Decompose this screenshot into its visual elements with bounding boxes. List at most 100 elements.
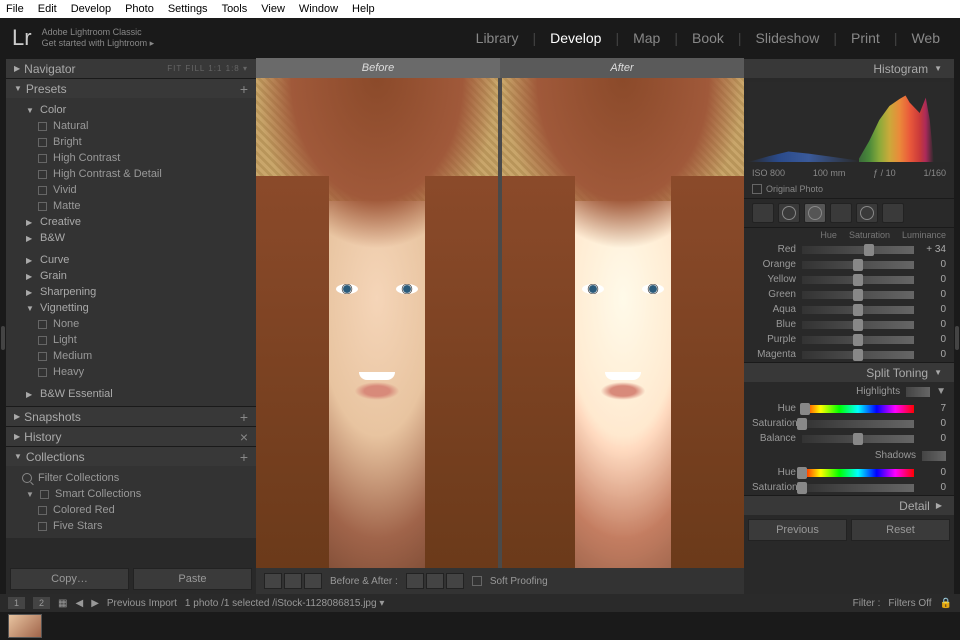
right-grip[interactable]: [954, 58, 960, 594]
filter-collections[interactable]: Filter Collections: [6, 470, 256, 486]
preset-high-contrast-detail[interactable]: High Contrast & Detail: [6, 166, 256, 182]
module-print[interactable]: Print: [843, 30, 888, 46]
filmstrip[interactable]: [0, 612, 960, 640]
slider-red[interactable]: Red+ 34: [744, 242, 954, 257]
module-slideshow[interactable]: Slideshow: [748, 30, 828, 46]
slider-blue[interactable]: Blue0: [744, 317, 954, 332]
crop-tool-icon[interactable]: [752, 203, 774, 223]
histogram-graph[interactable]: [748, 82, 950, 162]
history-header[interactable]: ▶History×: [6, 426, 256, 446]
shadows-swatch[interactable]: [922, 451, 946, 461]
preset-curve[interactable]: ▶Curve: [6, 252, 256, 268]
preset-high-contrast[interactable]: High Contrast: [6, 150, 256, 166]
slider-saturation[interactable]: Saturation0: [744, 416, 954, 431]
detail-header[interactable]: Detail▶: [744, 495, 954, 515]
menu-tools[interactable]: Tools: [222, 3, 248, 15]
slider-aqua[interactable]: Aqua0: [744, 302, 954, 317]
tagline[interactable]: Get started with Lightroom ▸: [42, 38, 155, 49]
module-library[interactable]: Library: [468, 30, 527, 46]
preset-bright[interactable]: Bright: [6, 134, 256, 150]
preset-b-w-essential[interactable]: ▶B&W Essential: [6, 386, 256, 402]
highlights-swatch[interactable]: [906, 387, 930, 397]
slider-balance[interactable]: Balance0: [744, 431, 954, 446]
after-image[interactable]: [502, 78, 744, 568]
slider-hue[interactable]: Hue7: [744, 401, 954, 416]
preset-grain[interactable]: ▶Grain: [6, 268, 256, 284]
copy-button[interactable]: Copy…: [10, 568, 129, 590]
slider-magenta[interactable]: Magenta0: [744, 347, 954, 362]
filter-lock-icon[interactable]: 🔒: [940, 598, 952, 609]
coll-five-stars[interactable]: Five Stars: [6, 518, 256, 534]
preset-natural[interactable]: Natural: [6, 118, 256, 134]
presets-header[interactable]: ▼Presets+: [6, 78, 256, 98]
module-book[interactable]: Book: [684, 30, 732, 46]
menu-settings[interactable]: Settings: [168, 3, 208, 15]
slider-orange[interactable]: Orange0: [744, 257, 954, 272]
navigator-header[interactable]: ▶Navigator FIT FILL 1:1 1:8 ▾: [6, 58, 256, 78]
menu-develop[interactable]: Develop: [71, 3, 111, 15]
slider-green[interactable]: Green0: [744, 287, 954, 302]
ba-mode2-icon[interactable]: [426, 573, 444, 589]
tab-hue[interactable]: Hue: [820, 230, 837, 240]
grid-icon[interactable]: ▦: [58, 598, 67, 609]
tab-luminance[interactable]: Luminance: [902, 230, 946, 240]
snapshots-header[interactable]: ▶Snapshots+: [6, 406, 256, 426]
menu-file[interactable]: File: [6, 3, 24, 15]
slider-saturation[interactable]: Saturation0: [744, 480, 954, 495]
preset-matte[interactable]: Matte: [6, 198, 256, 214]
module-web[interactable]: Web: [903, 30, 948, 46]
menu-edit[interactable]: Edit: [38, 3, 57, 15]
preset-creative[interactable]: ▶Creative: [6, 214, 256, 230]
redeye-tool-icon[interactable]: [804, 203, 826, 223]
previous-button[interactable]: Previous: [748, 519, 847, 541]
orig-photo-checkbox[interactable]: [752, 184, 762, 194]
soft-proof-checkbox[interactable]: [472, 576, 482, 586]
tab-saturation[interactable]: Saturation: [849, 230, 890, 240]
coll-colored-red[interactable]: Colored Red: [6, 502, 256, 518]
ba-swap-icon[interactable]: [446, 573, 464, 589]
nav-left-icon[interactable]: ◀: [75, 598, 83, 609]
nav-zoom-opts[interactable]: FIT FILL 1:1 1:8 ▾: [167, 64, 248, 73]
paste-button[interactable]: Paste: [133, 568, 252, 590]
preset-sharpening[interactable]: ▶Sharpening: [6, 284, 256, 300]
slider-hue[interactable]: Hue0: [744, 465, 954, 480]
view-ref-icon[interactable]: [284, 573, 302, 589]
view-loupe-icon[interactable]: [264, 573, 282, 589]
brush-tool-icon[interactable]: [882, 203, 904, 223]
left-grip[interactable]: [0, 58, 6, 594]
module-map[interactable]: Map: [625, 30, 668, 46]
screen-2[interactable]: 2: [33, 597, 50, 609]
spot-tool-icon[interactable]: [778, 203, 800, 223]
menu-view[interactable]: View: [261, 3, 285, 15]
add-preset-icon[interactable]: +: [240, 81, 248, 97]
preset-color[interactable]: ▼Color: [6, 102, 256, 118]
split-toning-header[interactable]: Split Toning▼: [744, 362, 954, 382]
preset-vivid[interactable]: Vivid: [6, 182, 256, 198]
grad-tool-icon[interactable]: [830, 203, 852, 223]
thumbnail-1[interactable]: [8, 614, 42, 638]
histogram-header[interactable]: Histogram▼: [744, 58, 954, 78]
before-image[interactable]: [256, 78, 498, 568]
ba-mode1-icon[interactable]: [406, 573, 424, 589]
prev-import-label[interactable]: Previous Import: [107, 598, 177, 609]
menu-photo[interactable]: Photo: [125, 3, 154, 15]
preset-b-w[interactable]: ▶B&W: [6, 230, 256, 246]
preset-vignetting[interactable]: ▼Vignetting: [6, 300, 256, 316]
module-develop[interactable]: Develop: [542, 30, 609, 46]
menu-window[interactable]: Window: [299, 3, 338, 15]
preset-none[interactable]: None: [6, 316, 256, 332]
view-ba-icon[interactable]: [304, 573, 322, 589]
slider-yellow[interactable]: Yellow0: [744, 272, 954, 287]
filters-off[interactable]: Filters Off: [888, 598, 931, 609]
reset-button[interactable]: Reset: [851, 519, 950, 541]
radial-tool-icon[interactable]: [856, 203, 878, 223]
preset-medium[interactable]: Medium: [6, 348, 256, 364]
nav-right-icon[interactable]: ▶: [91, 598, 99, 609]
menu-help[interactable]: Help: [352, 3, 375, 15]
screen-1[interactable]: 1: [8, 597, 25, 609]
preset-heavy[interactable]: Heavy: [6, 364, 256, 380]
slider-purple[interactable]: Purple0: [744, 332, 954, 347]
collections-header[interactable]: ▼Collections+: [6, 446, 256, 466]
smart-collections[interactable]: ▼Smart Collections: [6, 486, 256, 502]
preset-light[interactable]: Light: [6, 332, 256, 348]
